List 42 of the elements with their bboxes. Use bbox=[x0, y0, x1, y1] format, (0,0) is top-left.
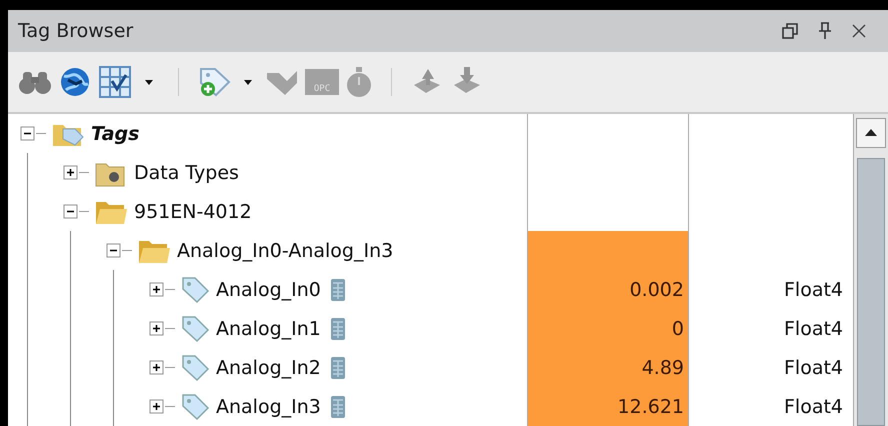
data-type: Float4 bbox=[784, 278, 843, 300]
collapse-icon[interactable] bbox=[106, 242, 122, 258]
memory-icon bbox=[330, 278, 345, 300]
close-icon[interactable] bbox=[852, 24, 866, 38]
restore-icon[interactable] bbox=[782, 23, 798, 39]
tag-value: 0 bbox=[672, 318, 684, 340]
expand-icon[interactable] bbox=[149, 360, 165, 376]
tag-icon bbox=[180, 392, 210, 422]
data-type: Float4 bbox=[784, 396, 843, 418]
tree-item[interactable]: Analog_In0-Analog_In3 bbox=[177, 240, 394, 262]
memory-icon bbox=[330, 396, 345, 418]
tree-item[interactable]: Analog_In1 bbox=[216, 318, 321, 340]
pin-icon[interactable] bbox=[818, 22, 832, 40]
expand-icon[interactable] bbox=[149, 398, 165, 414]
tag-icon bbox=[180, 314, 210, 344]
scroll-up-icon[interactable] bbox=[856, 118, 886, 148]
data-type: Float4 bbox=[784, 318, 843, 340]
tree-item[interactable]: Analog_In0 bbox=[216, 278, 321, 300]
tag-value: 0.002 bbox=[630, 278, 684, 300]
window-title: Tag Browser bbox=[18, 20, 134, 42]
scroll-thumb[interactable] bbox=[857, 158, 885, 426]
collapse-icon[interactable] bbox=[63, 204, 79, 220]
tag-add-icon[interactable] bbox=[197, 66, 231, 98]
globe-icon[interactable] bbox=[58, 66, 92, 98]
tag-icon bbox=[180, 274, 210, 304]
expand-icon[interactable] bbox=[149, 282, 165, 298]
tag-value: 12.621 bbox=[618, 396, 684, 418]
expand-icon[interactable] bbox=[63, 164, 79, 180]
collapse-icon[interactable] bbox=[20, 126, 36, 142]
tree-item[interactable]: Analog_In3 bbox=[216, 396, 321, 418]
scrollbar[interactable] bbox=[853, 114, 888, 426]
tag-value: 4.89 bbox=[642, 356, 684, 378]
memory-icon bbox=[330, 356, 345, 378]
tree-item[interactable]: 951EN-4012 bbox=[134, 200, 252, 222]
tag-icon bbox=[180, 352, 210, 382]
expand-icon[interactable] bbox=[149, 320, 165, 336]
memory-icon bbox=[330, 318, 345, 340]
tree-item[interactable]: Data Types bbox=[134, 162, 239, 184]
tree-item[interactable]: Analog_In2 bbox=[216, 356, 321, 378]
grid-icon[interactable] bbox=[98, 65, 132, 99]
data-type: Float4 bbox=[784, 356, 843, 378]
tree-item[interactable]: Tags bbox=[91, 122, 140, 144]
